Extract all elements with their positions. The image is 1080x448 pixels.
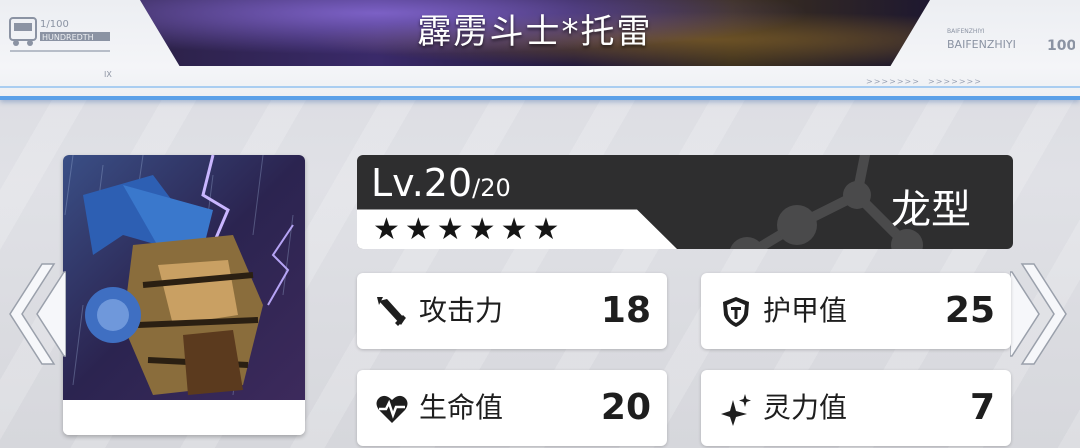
stat-armor: 护甲值 25 (701, 273, 1011, 349)
chevron-left-icon[interactable] (2, 262, 66, 366)
stat-spirit: 灵力值 7 (701, 370, 1011, 446)
stat-label: 生命值 (419, 391, 504, 424)
stat-attack: 攻击力 18 (357, 273, 667, 349)
sword-icon (377, 297, 406, 326)
stat-value: 25 (944, 290, 995, 331)
chevron-right-icon[interactable] (1010, 262, 1074, 366)
corner-mark: IX (104, 70, 112, 79)
logo-word: HUNDREDTH (42, 33, 94, 42)
level-value: Lv.20 (371, 161, 473, 205)
heart-pulse-icon (376, 395, 408, 423)
level-max: /20 (472, 174, 511, 202)
stat-value: 7 (969, 387, 995, 428)
logo-counter: 1/100 (40, 19, 69, 30)
logo-right-word: BAIFENZHIYI (947, 38, 1016, 51)
baifenzhiyi-logo: BAIFENZHIYI BAIFENZHIYI 100 (947, 28, 1075, 54)
header-bar: 霹雳斗士*托雷 1/100 HUNDREDTH IX BAIFENZHIYI B… (0, 0, 1080, 100)
star-rating: ★★★★★★ (373, 212, 565, 247)
dragon-warrior-portrait (63, 155, 305, 435)
character-type: 龙型 (891, 187, 971, 233)
chevron-strip-2: >>>>>>> (928, 77, 982, 86)
stat-value: 20 (600, 387, 651, 428)
stat-label: 灵力值 (763, 391, 848, 424)
shield-icon (723, 297, 749, 327)
header-divider (0, 86, 1080, 88)
character-portrait[interactable] (63, 155, 305, 435)
logo-right-number: 100 (1047, 38, 1075, 54)
chevron-strip-1: >>>>>>> (866, 77, 920, 86)
stat-value: 18 (600, 290, 651, 331)
logo-right-small: BAIFENZHIYI (947, 28, 985, 35)
stat-health: 生命值 20 (357, 370, 667, 446)
stat-label: 攻击力 (419, 294, 504, 327)
sparkle-icon (721, 394, 751, 426)
character-name: 霹雳斗士*托雷 (417, 12, 653, 52)
level-display: Lv.20/20 (371, 161, 511, 205)
level-type-card: Lv.20/20 ★★★★★★ 龙型 (357, 155, 1013, 249)
stat-label: 护甲值 (763, 294, 848, 327)
hundredth-logo: 1/100 HUNDREDTH (9, 17, 110, 52)
